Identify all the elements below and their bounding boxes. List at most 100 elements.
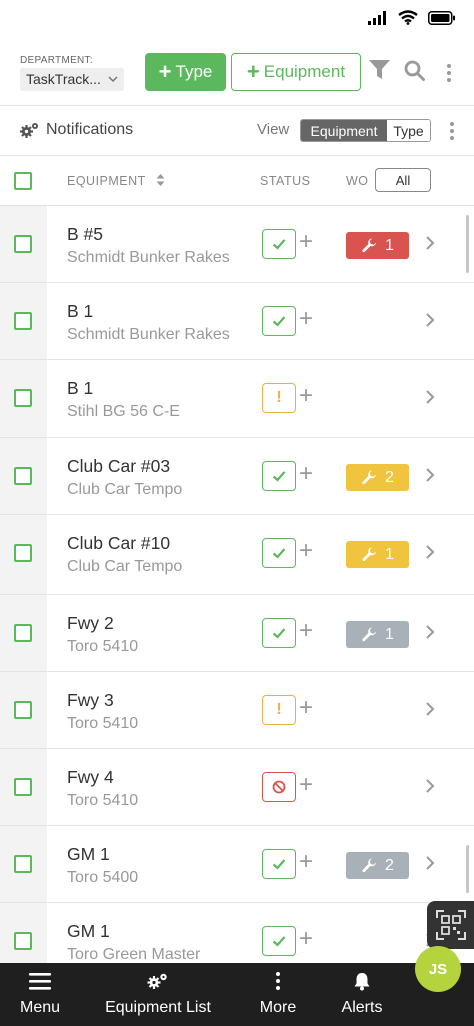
battery-icon <box>428 10 455 25</box>
status-indicator[interactable]: ! <box>262 383 296 413</box>
add-status-button[interactable]: + <box>299 462 313 486</box>
bell-icon <box>354 973 370 991</box>
table-row[interactable]: Fwy 2 Toro 5410 +1 <box>0 595 474 672</box>
add-type-button[interactable]: + Type <box>145 53 226 91</box>
equipment-model: Stihl BG 56 C-E <box>67 403 180 420</box>
gears-icon <box>147 973 167 989</box>
equipment-name: B 1 <box>67 301 94 321</box>
view-toggle: Equipment Type <box>300 119 431 142</box>
wrench-icon <box>362 547 377 561</box>
add-equipment-button[interactable]: + Equipment <box>231 53 361 91</box>
search-icon[interactable] <box>404 60 425 81</box>
status-indicator[interactable] <box>262 926 296 956</box>
add-status-button[interactable]: + <box>299 696 313 720</box>
add-status-button[interactable]: + <box>299 619 313 643</box>
more-vertical-icon[interactable] <box>449 122 455 140</box>
chevron-right-icon[interactable] <box>425 855 435 871</box>
row-checkbox[interactable] <box>14 855 32 873</box>
department-select[interactable]: TaskTrack... <box>20 68 124 91</box>
add-status-button[interactable]: + <box>299 307 313 331</box>
check-icon <box>272 859 286 870</box>
scrollbar-thumb-secondary[interactable] <box>466 845 469 893</box>
work-order-badge[interactable]: 1 <box>346 541 409 568</box>
view-option-equipment[interactable]: Equipment <box>301 120 387 141</box>
status-indicator[interactable] <box>262 849 296 879</box>
work-order-count: 2 <box>385 468 394 486</box>
filter-icon[interactable] <box>369 60 390 80</box>
table-row[interactable]: GM 1 Toro Green Master + <box>0 903 474 963</box>
chevron-right-icon[interactable] <box>425 467 435 483</box>
add-status-button[interactable]: + <box>299 850 313 874</box>
nav-alerts[interactable]: Alerts <box>333 963 391 1026</box>
status-indicator[interactable] <box>262 618 296 648</box>
hamburger-menu-icon <box>29 973 51 990</box>
status-indicator[interactable] <box>262 772 296 802</box>
select-all-checkbox[interactable] <box>14 172 32 190</box>
table-row[interactable]: B 1 Stihl BG 56 C-E! + <box>0 360 474 438</box>
row-checkbox[interactable] <box>14 932 32 950</box>
table-row[interactable]: B 1 Schmidt Bunker Rakes + <box>0 283 474 360</box>
table-row[interactable]: B #5 Schmidt Bunker Rakes +1 <box>0 206 474 283</box>
user-avatar[interactable]: JS <box>415 946 461 992</box>
equipment-list: B #5 Schmidt Bunker Rakes +1 B 1 Schmidt Bun… <box>0 206 474 963</box>
view-option-type[interactable]: Type <box>387 120 430 141</box>
equipment-model: Toro 5410 <box>67 715 139 732</box>
nav-equipment-list-label: Equipment List <box>105 999 211 1016</box>
row-checkbox[interactable] <box>14 624 32 642</box>
chevron-right-icon[interactable] <box>425 544 435 560</box>
notifications-button[interactable]: Notifications <box>20 121 133 139</box>
row-checkbox[interactable] <box>14 778 32 796</box>
table-row[interactable]: Fwy 4 Toro 5410 + <box>0 749 474 826</box>
nav-more[interactable]: More <box>248 963 308 1026</box>
add-status-button[interactable]: + <box>299 927 313 951</box>
add-status-button[interactable]: + <box>299 773 313 797</box>
wifi-icon <box>398 10 418 25</box>
more-vertical-icon[interactable] <box>446 64 452 82</box>
column-header-equipment[interactable]: EQUIPMENT <box>67 174 165 188</box>
check-icon <box>272 628 286 639</box>
chevron-right-icon[interactable] <box>425 312 435 328</box>
equipment-name: B #5 <box>67 224 103 244</box>
row-checkbox[interactable] <box>14 312 32 330</box>
status-indicator[interactable] <box>262 538 296 568</box>
qr-scan-button[interactable] <box>427 901 474 949</box>
status-indicator[interactable] <box>262 461 296 491</box>
warning-icon: ! <box>276 701 282 718</box>
add-status-button[interactable]: + <box>299 384 313 408</box>
chevron-right-icon[interactable] <box>425 389 435 405</box>
chevron-right-icon[interactable] <box>425 624 435 640</box>
row-checkbox[interactable] <box>14 235 32 253</box>
status-indicator[interactable] <box>262 306 296 336</box>
row-checkbox[interactable] <box>14 389 32 407</box>
add-status-button[interactable]: + <box>299 539 313 563</box>
status-indicator[interactable]: ! <box>262 695 296 725</box>
chevron-right-icon[interactable] <box>425 778 435 794</box>
work-order-badge[interactable]: 1 <box>346 621 409 648</box>
add-type-label: Type <box>175 62 213 81</box>
work-order-badge[interactable]: 2 <box>346 464 409 491</box>
scrollbar-thumb[interactable] <box>466 215 469 273</box>
equipment-model: Toro Green Master <box>67 946 201 963</box>
add-status-button[interactable]: + <box>299 230 313 254</box>
row-checkbox[interactable] <box>14 467 32 485</box>
nav-equipment-list[interactable]: Equipment List <box>98 963 218 1026</box>
table-row[interactable]: Club Car #03 Club Car Tempo +2 <box>0 438 474 515</box>
chevron-right-icon[interactable] <box>425 701 435 717</box>
nav-menu[interactable]: Menu <box>10 963 70 1026</box>
table-row[interactable]: Fwy 3 Toro 5410! + <box>0 672 474 749</box>
work-order-count: 1 <box>385 236 394 254</box>
check-icon <box>272 239 286 250</box>
row-checkbox[interactable] <box>14 701 32 719</box>
equipment-name: Fwy 2 <box>67 613 114 633</box>
chevron-right-icon[interactable] <box>425 235 435 251</box>
row-checkbox[interactable] <box>14 544 32 562</box>
equipment-name: GM 1 <box>67 921 110 941</box>
wo-filter-button[interactable]: All <box>375 168 431 192</box>
table-row[interactable]: GM 1 Toro 5400 +2 <box>0 826 474 903</box>
work-order-badge[interactable]: 1 <box>346 232 409 259</box>
equipment-name: Club Car #10 <box>67 533 171 553</box>
table-row[interactable]: Club Car #10 Club Car Tempo +1 <box>0 515 474 595</box>
check-icon <box>272 936 286 947</box>
status-indicator[interactable] <box>262 229 296 259</box>
work-order-badge[interactable]: 2 <box>346 852 409 879</box>
